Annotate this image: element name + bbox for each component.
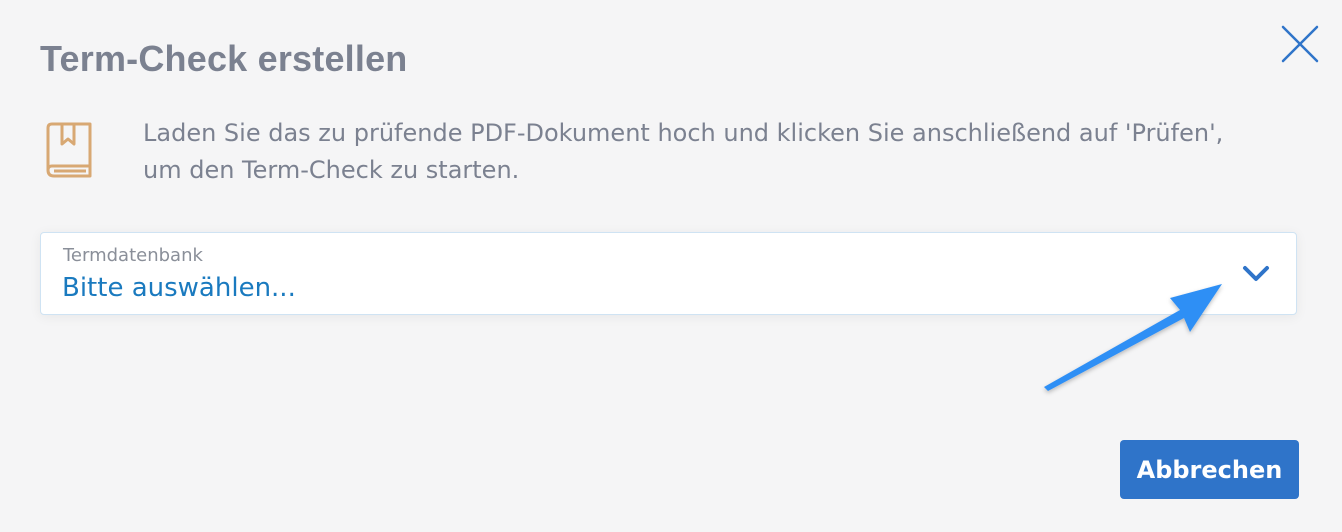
- close-icon: [1281, 25, 1319, 63]
- term-check-dialog: Term-Check erstellen Laden Sie das zu pr…: [0, 0, 1342, 532]
- cancel-button[interactable]: Abbrechen: [1120, 440, 1299, 499]
- book-icon: [42, 120, 96, 182]
- select-label: Termdatenbank: [63, 245, 203, 266]
- select-value: Bitte auswählen...: [62, 273, 296, 303]
- info-text: Laden Sie das zu prüfende PDF-Dokument h…: [143, 119, 1224, 184]
- close-button[interactable]: [1280, 24, 1320, 64]
- chevron-down-icon[interactable]: [1241, 263, 1271, 285]
- dialog-title: Term-Check erstellen: [40, 38, 408, 79]
- termdatenbank-select[interactable]: Termdatenbank Bitte auswählen...: [40, 232, 1297, 315]
